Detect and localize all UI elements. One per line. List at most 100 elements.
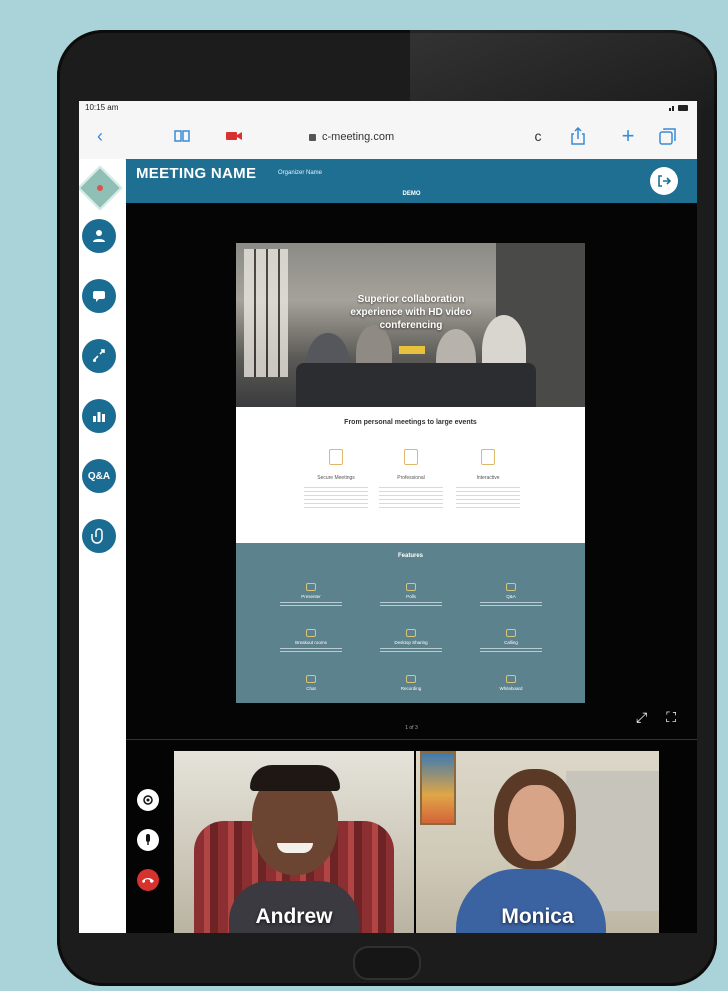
camera-icon[interactable] bbox=[223, 125, 245, 147]
panel-feature: Q&A bbox=[476, 583, 546, 606]
poll-button[interactable] bbox=[82, 399, 116, 433]
exit-icon bbox=[658, 175, 671, 187]
meeting-logo[interactable] bbox=[79, 165, 123, 211]
panel-feature-icon bbox=[406, 675, 416, 683]
hero-headline: Superior collaboration experience with H… bbox=[350, 294, 472, 331]
feature-item: Interactive bbox=[448, 449, 528, 509]
feature-item: Professional bbox=[371, 449, 451, 509]
feature-text bbox=[304, 487, 368, 509]
new-tab-icon[interactable]: + bbox=[617, 123, 639, 148]
panel-feature: Recording bbox=[376, 675, 446, 691]
page-indicator: 1 of 3 bbox=[405, 725, 418, 731]
panel-feature: Desktop Sharing bbox=[376, 629, 446, 652]
share-screen-icon bbox=[93, 349, 105, 362]
user-icon bbox=[93, 230, 105, 242]
panel-feature: Presenter bbox=[276, 583, 346, 606]
hero-photo: Superior collaboration experience with H… bbox=[236, 243, 585, 407]
attach-icon bbox=[91, 528, 103, 544]
feature-item: Secure Meetings bbox=[296, 449, 376, 509]
panel-feature-label: Desktop Sharing bbox=[394, 640, 428, 645]
shared-content-area: Superior collaboration experience with H… bbox=[126, 203, 697, 739]
panel-feature-icon bbox=[506, 583, 516, 591]
participant-tile-andrew[interactable]: Andrew bbox=[174, 751, 414, 933]
phone-hangup-icon bbox=[142, 878, 154, 883]
panel-feature-label: Calling bbox=[504, 640, 518, 645]
share-icon[interactable] bbox=[567, 125, 589, 147]
fullscreen-icon: ⛶ bbox=[666, 709, 676, 725]
qa-button[interactable]: Q&A bbox=[82, 459, 116, 493]
call-controls bbox=[126, 741, 174, 933]
participant-face bbox=[508, 785, 564, 861]
chat-button[interactable] bbox=[82, 279, 116, 313]
record-dot-icon bbox=[95, 183, 105, 193]
home-button[interactable] bbox=[353, 946, 421, 980]
reload-icon[interactable]: c bbox=[527, 125, 549, 147]
feature-text bbox=[456, 487, 520, 509]
features-heading: Features bbox=[397, 553, 423, 559]
feature-icon bbox=[329, 449, 343, 465]
meeting-header: MEETING NAME Organizer Name DEMO bbox=[126, 159, 697, 203]
participant-name: Monica bbox=[501, 905, 574, 928]
participant-hair bbox=[250, 765, 340, 791]
tools-sidebar: Q&A bbox=[79, 159, 125, 933]
panel-feature-icon bbox=[506, 629, 516, 637]
hero-cta-button[interactable] bbox=[399, 346, 425, 354]
panel-feature-icon bbox=[406, 629, 416, 637]
browser-toolbar: ‹ c-meeting.com c + bbox=[79, 115, 697, 160]
meeting-title: MEETING NAME bbox=[136, 165, 257, 182]
page-tagline: From personal meetings to large events bbox=[344, 419, 477, 426]
panel-feature-label: Chat bbox=[306, 686, 316, 691]
chat-icon bbox=[93, 291, 105, 302]
chart-icon bbox=[93, 412, 105, 422]
share-screen-button[interactable] bbox=[82, 339, 116, 373]
panel-feature-icon bbox=[306, 675, 316, 683]
features-panel: Features Presenter Polls Q&A Breakout ro… bbox=[236, 543, 585, 703]
bookmarks-icon[interactable] bbox=[171, 125, 193, 147]
participant-tile-monica[interactable]: Monica bbox=[416, 751, 659, 933]
back-icon[interactable]: ‹ bbox=[89, 125, 111, 147]
video-camera-icon bbox=[143, 795, 153, 805]
organizer-name: Organizer Name bbox=[278, 170, 323, 176]
fullscreen-button[interactable]: ⤢ ⛶ bbox=[636, 709, 676, 725]
shared-web-page[interactable]: Superior collaboration experience with H… bbox=[236, 243, 585, 703]
status-bar: 10:15 am bbox=[79, 101, 697, 115]
panel-feature-label: Presenter bbox=[301, 594, 321, 599]
meeting-status: DEMO bbox=[402, 191, 421, 197]
participant-smile bbox=[277, 843, 313, 853]
panel-feature-icon bbox=[306, 583, 316, 591]
feature-text bbox=[379, 487, 443, 509]
window-decor bbox=[244, 249, 288, 377]
microphone-button[interactable] bbox=[137, 829, 159, 851]
painting-decor bbox=[420, 751, 456, 825]
panel-feature: Chat bbox=[276, 675, 346, 691]
feature-title: Professional bbox=[397, 475, 425, 481]
panel-feature-label: Polls bbox=[406, 594, 416, 599]
address-bar[interactable]: c-meeting.com bbox=[309, 127, 449, 147]
panel-feature-label: Whiteboard bbox=[499, 686, 523, 691]
exit-button[interactable] bbox=[650, 167, 678, 195]
feature-icon bbox=[404, 449, 418, 465]
panel-feature: Polls bbox=[376, 583, 446, 606]
qa-label: Q&A bbox=[87, 470, 111, 482]
lock-icon bbox=[309, 133, 316, 141]
panel-feature-label: Breakout rooms bbox=[295, 640, 327, 645]
feature-icon bbox=[481, 449, 495, 465]
end-call-button[interactable] bbox=[137, 869, 159, 891]
participants-button[interactable] bbox=[82, 219, 116, 253]
microphone-icon bbox=[146, 834, 150, 845]
handout-button[interactable] bbox=[82, 519, 116, 553]
panel-feature-icon bbox=[506, 675, 516, 683]
table-decor bbox=[296, 363, 536, 407]
tabs-icon[interactable] bbox=[657, 125, 679, 147]
tablet-screen: 10:15 am ‹ c-meeting.com c + Q&A MEETING… bbox=[79, 101, 697, 933]
panel-feature-icon bbox=[406, 583, 416, 591]
panel-feature-label: Recording bbox=[400, 686, 422, 691]
status-time: 10:15 am bbox=[85, 103, 119, 112]
feature-title: Secure Meetings bbox=[317, 475, 355, 481]
panel-feature: Calling bbox=[476, 629, 546, 652]
camera-toggle-button[interactable] bbox=[137, 789, 159, 811]
participant-name: Andrew bbox=[255, 905, 333, 928]
expand-icon: ⤢ bbox=[636, 709, 648, 725]
battery-icon bbox=[669, 105, 688, 111]
panel-feature: Breakout rooms bbox=[276, 629, 346, 652]
